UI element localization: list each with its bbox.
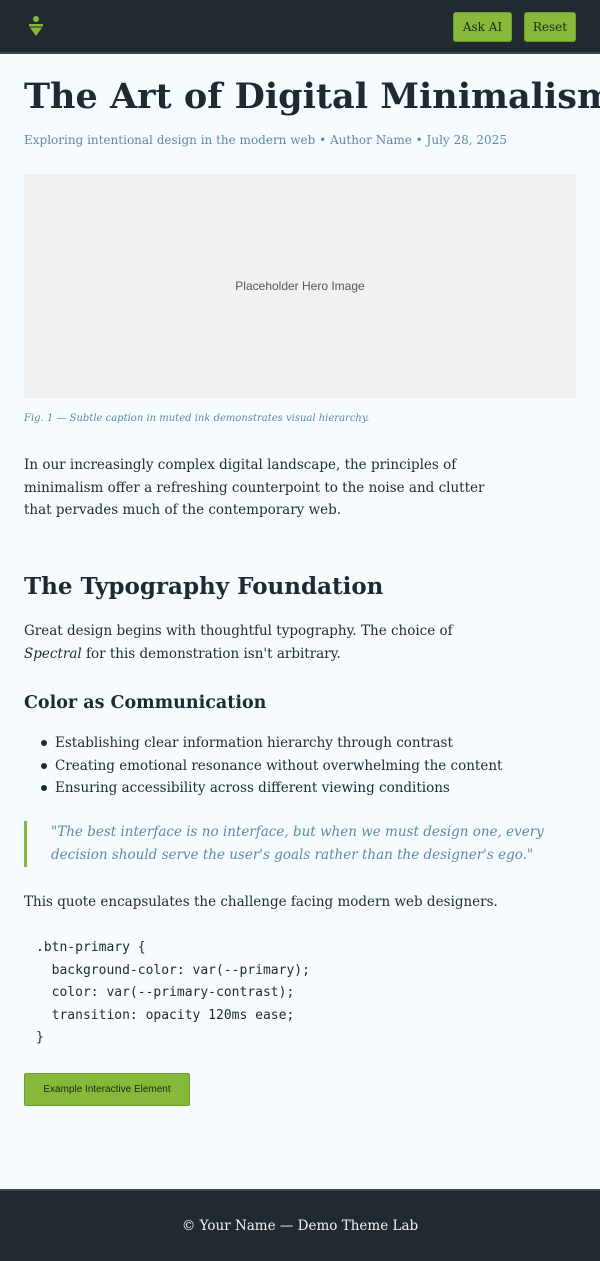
hero-placeholder-text: Placeholder Hero Image bbox=[235, 279, 365, 293]
page-title: The Art of Digital Minimalism bbox=[24, 76, 600, 117]
bullet-list: Establishing clear information hierarchy… bbox=[40, 732, 580, 800]
leaf-pin-icon[interactable] bbox=[27, 15, 45, 37]
example-interactive-button[interactable]: Example Interactive Element bbox=[24, 1073, 190, 1106]
ask-ai-button[interactable]: Ask AI bbox=[453, 12, 512, 42]
footer: © Your Name — Demo Theme Lab bbox=[0, 1189, 600, 1261]
section-heading: The Typography Foundation bbox=[24, 573, 384, 600]
pull-quote: "The best interface is no interface, but… bbox=[24, 821, 580, 867]
code-block: .btn-primary { background-color: var(--p… bbox=[36, 940, 310, 1045]
top-bar: Ask AI Reset bbox=[0, 0, 600, 54]
intro-paragraph: In our increasingly complex digital land… bbox=[24, 457, 485, 518]
article-meta: Exploring intentional design in the mode… bbox=[24, 133, 507, 147]
list-item: Creating emotional resonance without ove… bbox=[40, 755, 580, 778]
typography-paragraph: Great design begins with thoughtful typo… bbox=[24, 620, 494, 665]
footer-text: © Your Name — Demo Theme Lab bbox=[181, 1218, 419, 1234]
typography-text-before: Great design begins with thoughtful typo… bbox=[24, 623, 453, 639]
after-quote-paragraph: This quote encapsulates the challenge fa… bbox=[24, 894, 498, 910]
subheading: Color as Communication bbox=[24, 693, 267, 713]
reset-button[interactable]: Reset bbox=[524, 12, 576, 42]
font-name: Spectral bbox=[24, 645, 82, 662]
list-item: Establishing clear information hierarchy… bbox=[40, 732, 580, 755]
figure-caption: Fig. 1 — Subtle caption in muted ink dem… bbox=[24, 413, 370, 424]
hero-image: Placeholder Hero Image bbox=[24, 174, 576, 398]
list-item: Ensuring accessibility across different … bbox=[40, 777, 580, 800]
typography-text-after: for this demonstration isn't arbitrary. bbox=[81, 645, 341, 662]
